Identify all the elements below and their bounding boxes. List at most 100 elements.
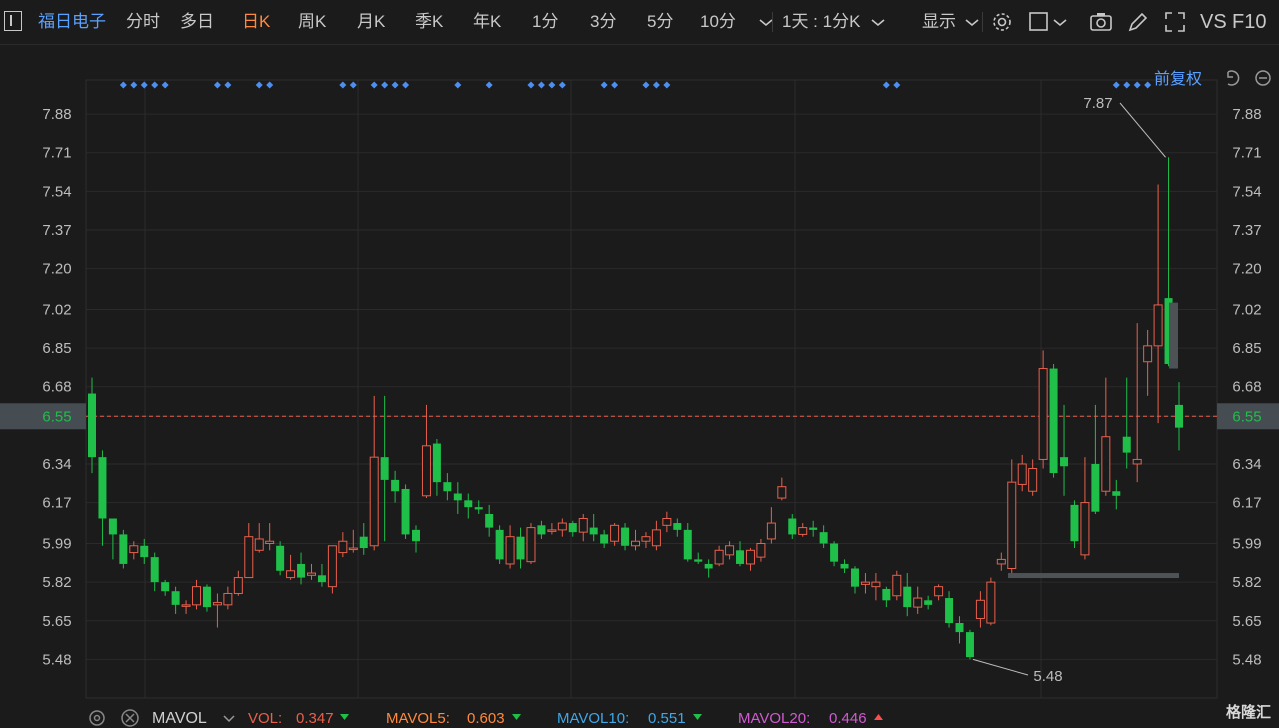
pencil-icon[interactable]: [1126, 10, 1150, 34]
candle-body: [694, 559, 703, 562]
candle-body: [317, 575, 326, 583]
vs-button[interactable]: VS: [1200, 0, 1227, 44]
candle-body: [547, 529, 557, 532]
candle-body: [140, 545, 149, 558]
candle-body: [662, 518, 672, 526]
tab-quarterly-k[interactable]: 季K: [415, 0, 443, 44]
candle-body: [860, 581, 870, 585]
candle-body: [1038, 368, 1048, 460]
fullscreen-icon[interactable]: [1163, 10, 1187, 34]
y-tick-label-right: 5.82: [1232, 574, 1261, 591]
candle-body: [882, 588, 891, 601]
current-price-label-right: 6.55: [1232, 408, 1261, 425]
candle-body: [1112, 491, 1121, 496]
candle-body: [443, 482, 452, 492]
tab-intraday[interactable]: 分时: [126, 0, 160, 44]
y-tick-label-left: 7.02: [42, 301, 71, 318]
candle-body: [641, 536, 651, 542]
indicator-label: MAVOL10:: [557, 710, 629, 727]
candle-body: [892, 574, 902, 597]
camera-icon[interactable]: [1089, 10, 1113, 34]
y-tick-label-right: 7.71: [1232, 145, 1261, 162]
y-tick-label-right: 6.85: [1232, 340, 1261, 357]
candle-body: [745, 549, 755, 565]
candle-body: [788, 518, 797, 535]
y-tick-label-left: 7.37: [42, 222, 71, 239]
candle-body: [736, 550, 745, 564]
candle-body: [945, 598, 954, 624]
y-tick-label-right: 6.17: [1232, 495, 1261, 512]
gear-icon[interactable]: [990, 10, 1014, 34]
y-tick-label-right: 6.68: [1232, 379, 1261, 396]
candle-body: [401, 488, 410, 535]
indicator-value: 0.551: [648, 710, 686, 727]
candle-body: [965, 632, 974, 658]
candle-body: [223, 592, 233, 606]
candle-body: [171, 591, 180, 605]
candle-body: [380, 457, 389, 480]
y-tick-label-left: 5.48: [42, 651, 71, 668]
tab-3min[interactable]: 3分: [590, 0, 616, 44]
candle-body: [1017, 463, 1027, 485]
indicator-label: VOL:: [248, 710, 282, 727]
candle-body: [348, 547, 358, 551]
low-price-label: 5.48: [1033, 668, 1062, 685]
candle-body: [150, 557, 159, 583]
candle-body: [537, 525, 546, 535]
indicator-value: 0.603: [467, 710, 505, 727]
chevron-down-icon[interactable]: [866, 10, 890, 34]
candle-body: [516, 536, 525, 560]
y-tick-label-left: 5.65: [42, 613, 71, 630]
y-tick-label-left: 5.82: [42, 574, 71, 591]
candle-body: [766, 522, 776, 540]
candle-body: [610, 524, 620, 542]
f10-button[interactable]: F10: [1232, 0, 1266, 44]
tab-monthly-k[interactable]: 月K: [357, 0, 385, 44]
tab-weekly-k[interactable]: 周K: [298, 0, 326, 44]
candle-body: [621, 527, 630, 546]
candle-body: [98, 457, 107, 519]
y-tick-label-left: 6.85: [42, 340, 71, 357]
candle-body: [297, 563, 306, 578]
gap-bar: [1169, 302, 1178, 369]
y-tick-label-left: 7.71: [42, 145, 71, 162]
y-tick-label-right: 5.99: [1232, 536, 1261, 553]
y-tick-label-left: 6.17: [42, 495, 71, 512]
candle-body: [651, 529, 661, 547]
candle-body: [359, 536, 368, 549]
candle-body: [1091, 463, 1100, 512]
candle-body: [557, 522, 567, 531]
tab-yearly-k[interactable]: 年K: [473, 0, 501, 44]
indicator-label: MAVOL5:: [386, 710, 450, 727]
candle-body: [725, 545, 735, 556]
candle-body: [913, 597, 923, 608]
period-select[interactable]: 1天 : 1分K: [782, 0, 860, 44]
chevron-down-icon[interactable]: [960, 10, 984, 34]
y-tick-label-left: 6.34: [42, 456, 71, 473]
stock-name[interactable]: 福日电子: [38, 0, 106, 44]
candle-body: [975, 599, 985, 619]
candle-body: [338, 540, 348, 554]
chevron-down-icon[interactable]: [754, 10, 778, 34]
candle-body: [505, 536, 515, 565]
tab-multi-day[interactable]: 多日: [180, 0, 214, 44]
tab-daily-k[interactable]: 日K: [242, 0, 270, 44]
y-tick-label-left: 7.54: [42, 183, 71, 200]
tab-5min[interactable]: 5分: [647, 0, 673, 44]
display-menu[interactable]: 显示: [922, 0, 956, 44]
menu-icon[interactable]: [4, 11, 22, 31]
chevron-down-icon[interactable]: [1048, 10, 1072, 34]
y-tick-label-left: 5.99: [42, 536, 71, 553]
candle-body: [369, 456, 379, 547]
candle-body: [600, 534, 609, 544]
candle-body: [327, 545, 337, 588]
candle-body: [996, 558, 1006, 565]
y-tick-label-right: 7.88: [1232, 106, 1261, 123]
tab-10min[interactable]: 10分: [700, 0, 736, 44]
candle-body: [88, 393, 96, 458]
candlestick-chart[interactable]: 7.88 7.88 7.71 7.71 7.54 7.54 7.37 7.37 7.20 7.20…: [0, 45, 1279, 728]
tab-1min[interactable]: 1分: [532, 0, 558, 44]
candle-body: [202, 586, 211, 608]
candle-body: [1060, 457, 1069, 467]
adjust-mode-label: 前复权: [1154, 69, 1202, 88]
